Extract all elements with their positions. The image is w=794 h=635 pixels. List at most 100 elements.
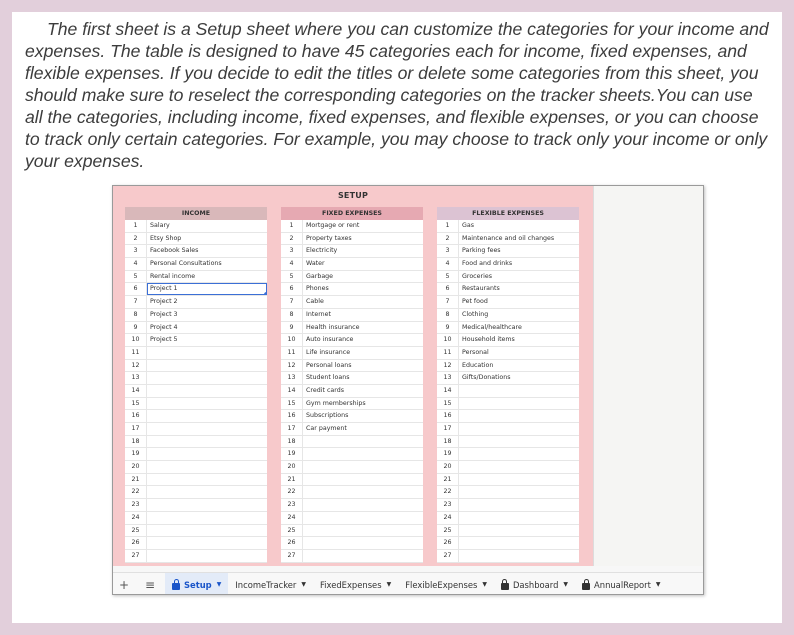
category-cell[interactable] xyxy=(303,537,423,549)
category-cell[interactable]: Project 3 xyxy=(147,309,267,321)
category-cell[interactable] xyxy=(459,550,579,562)
category-cell[interactable]: Subscriptions xyxy=(303,410,423,422)
category-cell[interactable]: Gas xyxy=(459,220,579,232)
category-cell[interactable]: Education xyxy=(459,360,579,372)
category-cell[interactable] xyxy=(147,486,267,498)
category-cell[interactable] xyxy=(303,499,423,511)
category-cell[interactable] xyxy=(147,499,267,511)
category-cell[interactable] xyxy=(459,474,579,486)
category-cell[interactable]: Restaurants xyxy=(459,283,579,295)
category-cell[interactable]: Personal loans xyxy=(303,360,423,372)
category-cell[interactable] xyxy=(147,410,267,422)
category-cell[interactable]: Gifts/Donations xyxy=(459,372,579,384)
caret-down-icon[interactable]: ▼ xyxy=(563,581,568,588)
category-cell[interactable]: Credit cards xyxy=(303,385,423,397)
category-cell[interactable] xyxy=(147,474,267,486)
caret-down-icon[interactable]: ▼ xyxy=(482,581,487,588)
category-cell[interactable] xyxy=(147,550,267,562)
category-cell[interactable] xyxy=(147,423,267,435)
category-cell[interactable]: Garbage xyxy=(303,271,423,283)
category-cell[interactable]: Student loans xyxy=(303,372,423,384)
table-row: 6 Restaurants xyxy=(437,283,579,297)
category-cell[interactable] xyxy=(459,410,579,422)
category-cell[interactable]: Salary xyxy=(147,220,267,232)
category-cell[interactable]: Pet food xyxy=(459,296,579,308)
category-cell[interactable]: Groceries xyxy=(459,271,579,283)
category-cell[interactable]: Auto insurance xyxy=(303,334,423,346)
category-cell[interactable] xyxy=(147,385,267,397)
category-cell[interactable]: Project 4 xyxy=(147,322,267,334)
category-cell[interactable] xyxy=(459,537,579,549)
category-cell[interactable] xyxy=(303,486,423,498)
sheet-tab-setup[interactable]: Setup ▼ xyxy=(165,572,229,594)
caret-down-icon[interactable]: ▼ xyxy=(656,581,661,588)
category-cell[interactable] xyxy=(459,512,579,524)
category-cell[interactable]: Gym memberships xyxy=(303,398,423,410)
fill-handle[interactable] xyxy=(264,292,267,296)
category-cell[interactable] xyxy=(147,372,267,384)
sheet-tab-flexibleexpenses[interactable]: FlexibleExpenses ▼ xyxy=(398,573,494,595)
category-cell[interactable] xyxy=(147,525,267,537)
add-sheet-icon[interactable]: + xyxy=(115,578,133,592)
category-cell[interactable]: Water xyxy=(303,258,423,270)
category-cell[interactable] xyxy=(147,347,267,359)
category-cell[interactable] xyxy=(303,436,423,448)
category-cell[interactable]: Mortgage or rent xyxy=(303,220,423,232)
caret-down-icon[interactable]: ▼ xyxy=(387,581,392,588)
sheet-tab-dashboard[interactable]: Dashboard ▼ xyxy=(494,573,575,595)
category-cell[interactable] xyxy=(303,550,423,562)
caret-down-icon[interactable]: ▼ xyxy=(217,581,222,588)
category-cell[interactable] xyxy=(459,499,579,511)
sheet-tab-annualreport[interactable]: AnnualReport ▼ xyxy=(575,573,668,595)
category-cell[interactable]: Clothing xyxy=(459,309,579,321)
category-cell[interactable] xyxy=(303,512,423,524)
category-cell[interactable]: Facebook Sales xyxy=(147,245,267,257)
caret-down-icon[interactable]: ▼ xyxy=(301,581,306,588)
category-cell[interactable] xyxy=(147,537,267,549)
all-sheets-menu-icon[interactable]: ≡ xyxy=(141,578,159,592)
category-cell[interactable]: Project 2 xyxy=(147,296,267,308)
category-cell[interactable] xyxy=(303,461,423,473)
category-cell[interactable]: Food and drinks xyxy=(459,258,579,270)
category-cell[interactable]: Car payment xyxy=(303,423,423,435)
category-cell[interactable] xyxy=(147,360,267,372)
category-cell[interactable]: Rental income xyxy=(147,271,267,283)
category-cell[interactable]: Maintenance and oil changes xyxy=(459,233,579,245)
category-cell[interactable]: Life insurance xyxy=(303,347,423,359)
category-cell[interactable] xyxy=(459,436,579,448)
category-cell[interactable]: Personal Consultations xyxy=(147,258,267,270)
category-cell[interactable] xyxy=(459,525,579,537)
category-cell[interactable] xyxy=(147,461,267,473)
selected-cell[interactable]: Project 1 xyxy=(147,283,267,296)
category-cell[interactable] xyxy=(459,423,579,435)
category-cell[interactable] xyxy=(459,486,579,498)
category-cell[interactable] xyxy=(459,448,579,460)
category-cell[interactable] xyxy=(303,448,423,460)
category-cell[interactable]: Health insurance xyxy=(303,322,423,334)
sheet-tab-incometracker[interactable]: IncomeTracker ▼ xyxy=(228,573,313,595)
category-cell[interactable]: Cable xyxy=(303,296,423,308)
category-cell[interactable]: Etsy Shop xyxy=(147,233,267,245)
category-cell[interactable] xyxy=(147,448,267,460)
category-cell[interactable]: Medical/healthcare xyxy=(459,322,579,334)
category-cell[interactable]: Electricity xyxy=(303,245,423,257)
category-cell[interactable] xyxy=(303,474,423,486)
category-cell[interactable]: Property taxes xyxy=(303,233,423,245)
row-number: 14 xyxy=(437,384,459,397)
sheet-tab-fixedexpenses[interactable]: FixedExpenses ▼ xyxy=(313,573,398,595)
category-cell[interactable] xyxy=(459,398,579,410)
category-cell[interactable]: Internet xyxy=(303,309,423,321)
category-cell[interactable] xyxy=(147,398,267,410)
category-cell[interactable] xyxy=(303,525,423,537)
category-cell[interactable]: Household items xyxy=(459,334,579,346)
category-cell[interactable] xyxy=(459,385,579,397)
category-cell[interactable]: Parking fees xyxy=(459,245,579,257)
category-cell[interactable] xyxy=(147,436,267,448)
category-cell[interactable] xyxy=(459,461,579,473)
row-number: 20 xyxy=(281,461,303,473)
category-cell[interactable]: Phones xyxy=(303,283,423,295)
category-cell[interactable] xyxy=(147,512,267,524)
category-cell[interactable]: Personal xyxy=(459,347,579,359)
category-cell[interactable]: Project 5 xyxy=(147,334,267,346)
row-number: 23 xyxy=(125,499,147,511)
